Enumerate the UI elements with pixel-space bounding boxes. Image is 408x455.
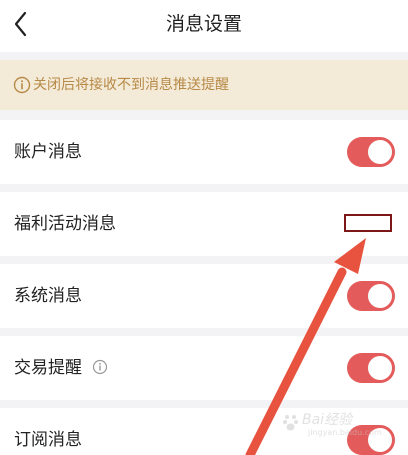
row-label: 交易提醒	[14, 358, 82, 378]
trade-toggle[interactable]	[347, 353, 395, 383]
row-label: 账户消息	[14, 142, 82, 162]
notice-banner: 关闭后将接收不到消息推送提醒	[0, 60, 408, 110]
top-nav-bar: 消息设置	[0, 0, 408, 52]
settings-row-system: 系统消息	[0, 264, 408, 328]
system-toggle[interactable]	[347, 281, 395, 311]
toggle-knob	[368, 356, 392, 380]
row-label: 系统消息	[14, 286, 82, 306]
info-icon[interactable]	[92, 359, 108, 375]
row-label: 订阅消息	[14, 430, 82, 450]
baidu-watermark: Bai经验 jingyan.baidu.com	[282, 411, 402, 443]
message-settings-page: 消息设置 关闭后将接收不到消息推送提醒 账户消息 福利活动消息 系统消息 交易提…	[0, 0, 408, 455]
settings-row-account: 账户消息	[0, 120, 408, 184]
watermark-text: Bai经验	[302, 412, 353, 428]
info-circle-icon	[13, 76, 31, 94]
settings-row-welfare: 福利活动消息	[0, 192, 408, 256]
row-label: 福利活动消息	[14, 214, 116, 234]
toggle-knob	[368, 284, 392, 308]
welfare-toggle[interactable]	[344, 214, 392, 232]
toggle-knob	[368, 140, 392, 164]
watermark-sub: jingyan.baidu.com	[308, 428, 382, 437]
settings-row-trade: 交易提醒	[0, 336, 408, 400]
notice-text: 关闭后将接收不到消息推送提醒	[33, 77, 229, 93]
paw-icon	[283, 415, 298, 431]
page-title: 消息设置	[165, 13, 242, 35]
account-toggle[interactable]	[347, 137, 395, 167]
